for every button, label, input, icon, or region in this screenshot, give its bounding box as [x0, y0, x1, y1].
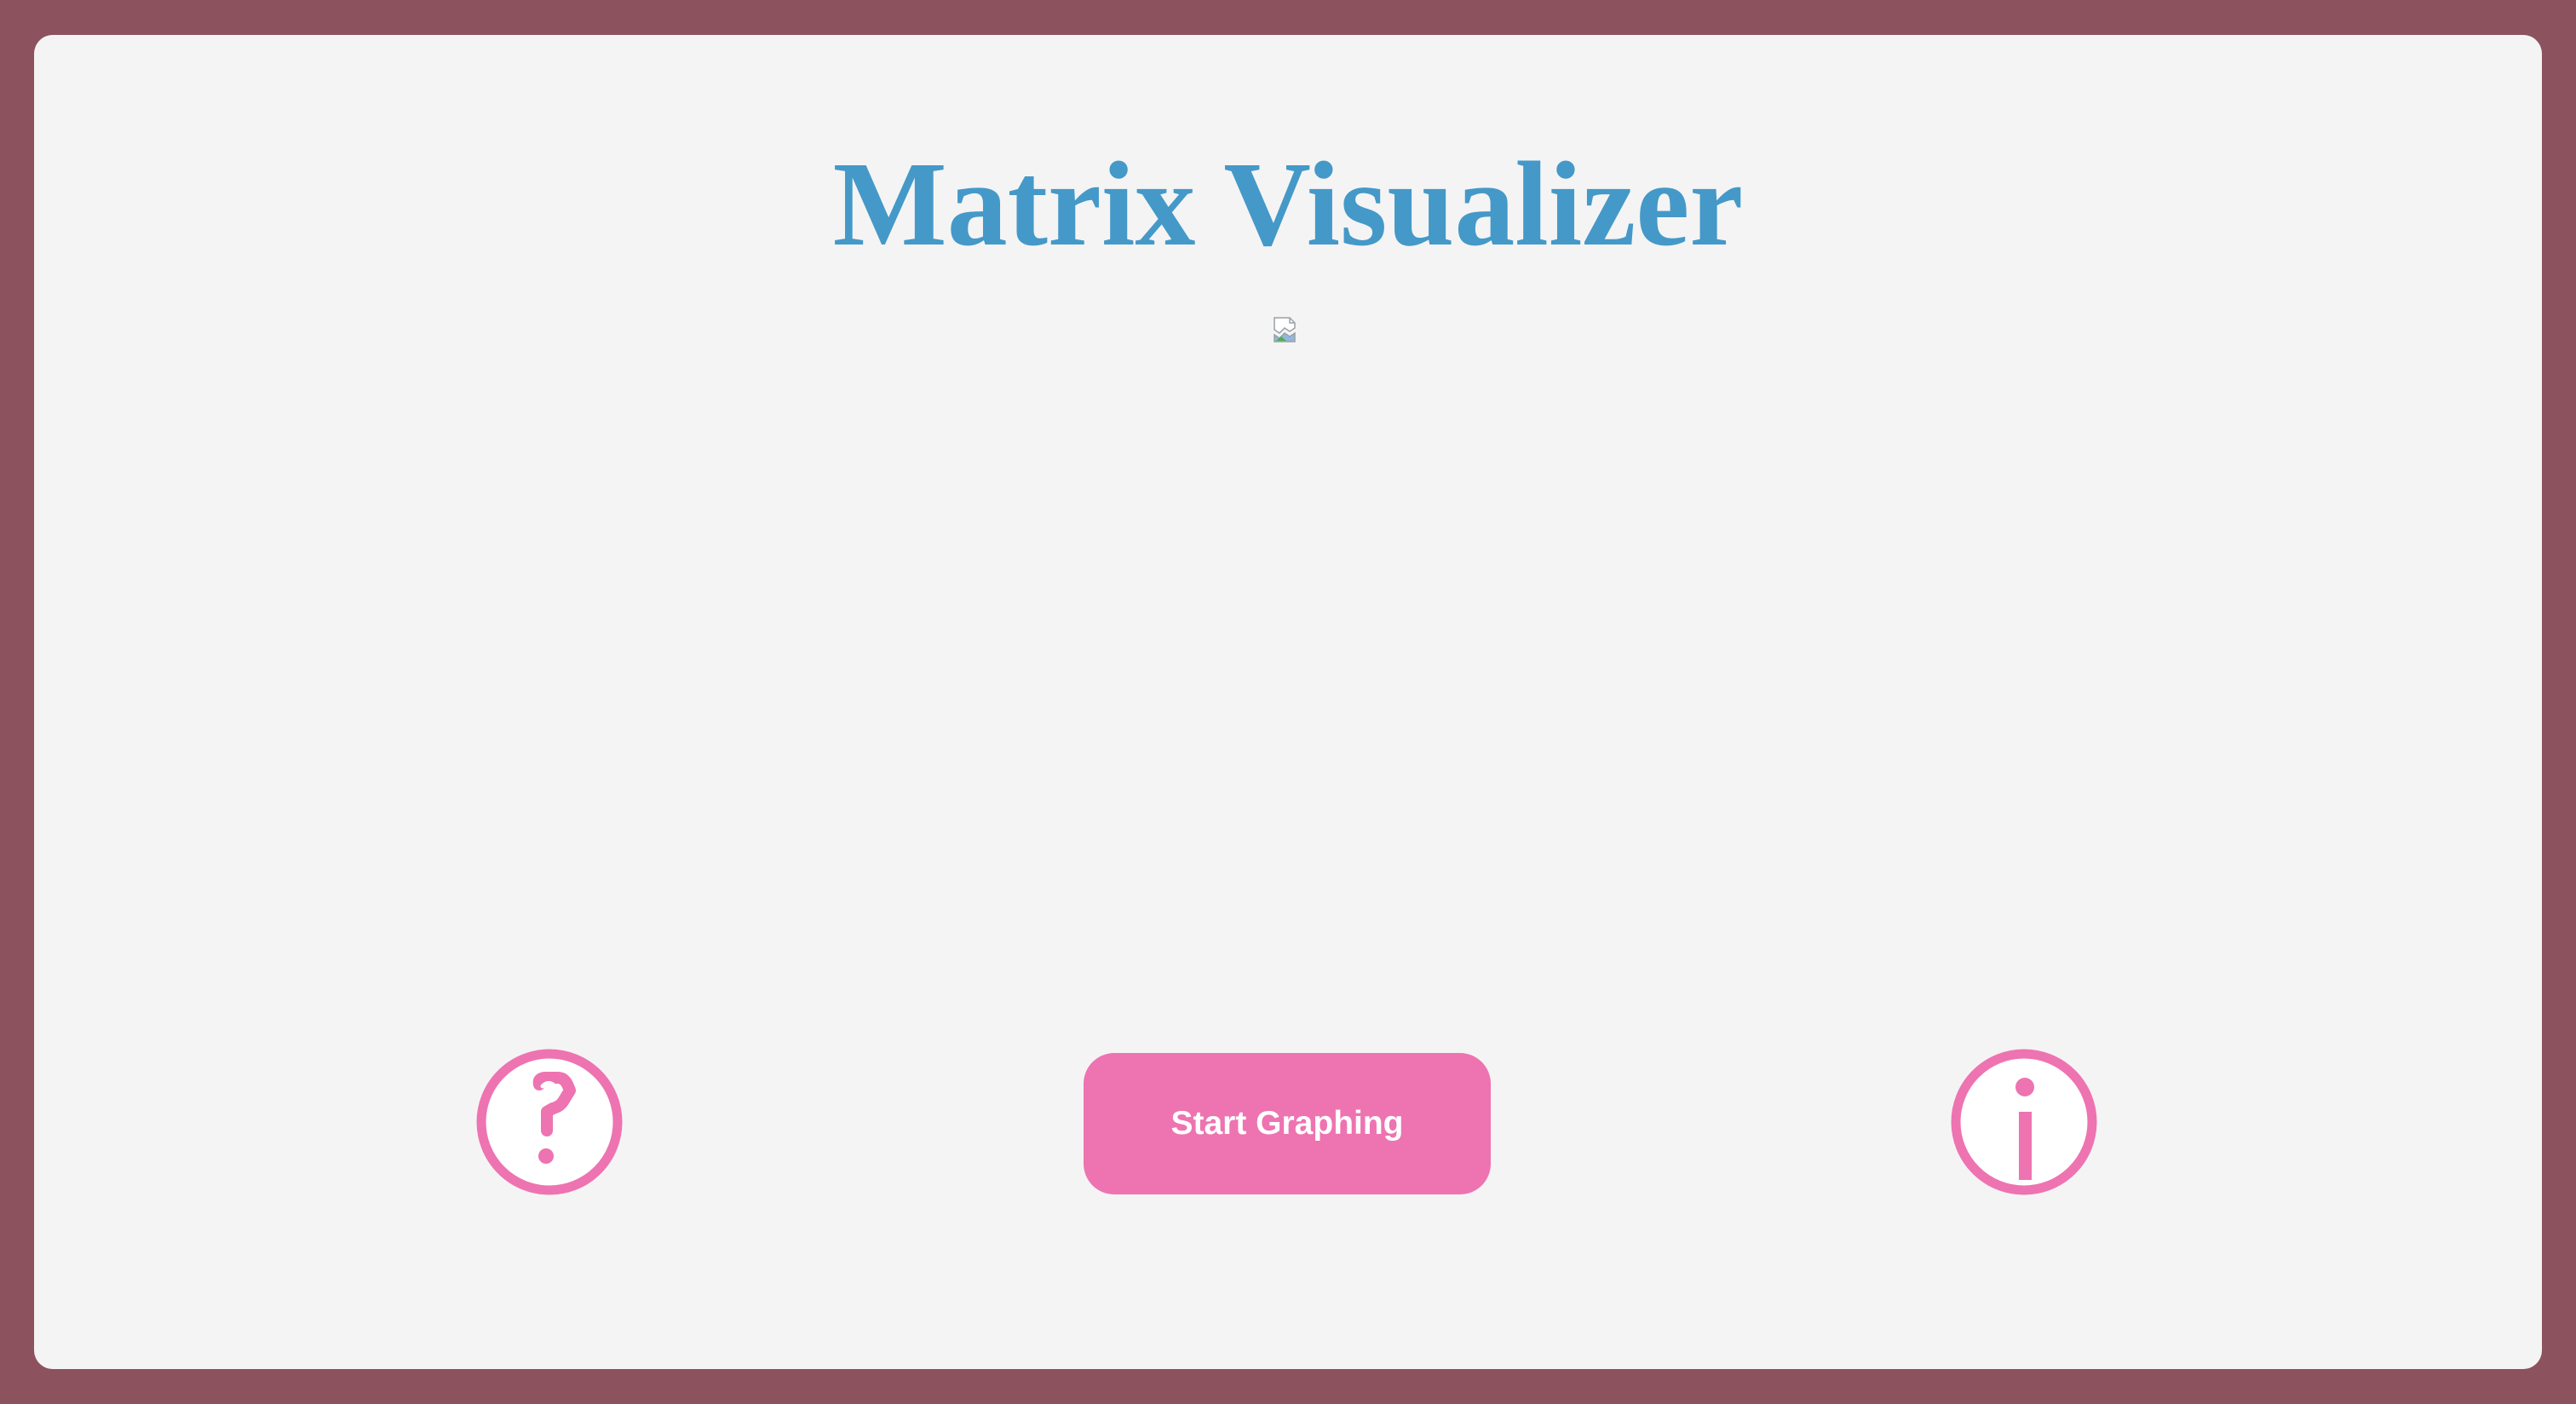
main-panel: Matrix Visualizer Start Graphing	[34, 35, 2542, 1369]
broken-image-icon	[1273, 316, 1300, 343]
help-button[interactable]	[476, 1049, 623, 1195]
info-button[interactable]	[1951, 1049, 2097, 1195]
question-mark-icon	[476, 1049, 623, 1195]
start-graphing-button[interactable]: Start Graphing	[1084, 1053, 1491, 1194]
info-icon	[1951, 1049, 2097, 1195]
page-title: Matrix Visualizer	[832, 136, 1744, 271]
